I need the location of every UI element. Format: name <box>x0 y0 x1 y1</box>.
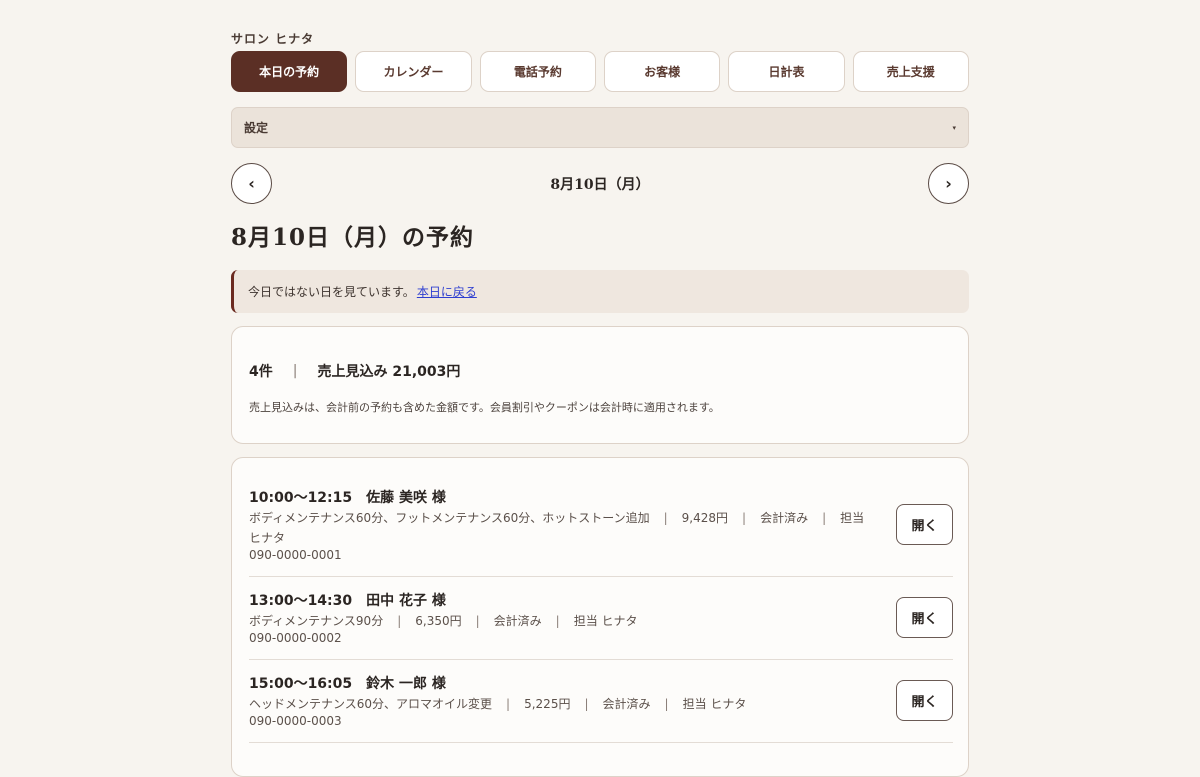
back-to-today-link[interactable]: 本日に戻る <box>417 283 477 300</box>
reservation-menu: ボディメンテナンス60分、フットメンテナンス60分、ホットストーン追加 <box>249 511 650 525</box>
reservation-row: 15:00〜16:05 鈴木 一郎 様 ヘッドメンテナンス60分、アロマオイル変… <box>249 673 953 743</box>
current-date: 8月10日（月） <box>550 177 650 193</box>
sales-forecast: 売上見込み 21,003円 <box>317 364 461 380</box>
notice-text: 今日ではない日を見ています。 <box>248 285 415 299</box>
tab-calendar[interactable]: カレンダー <box>355 51 472 92</box>
reservation-time-customer: 13:00〜14:30 田中 花子 様 <box>249 593 446 609</box>
reservation-meta: ボディメンテナンス90分 | 6,350円 | 会計済み | 担当 ヒナタ <box>249 611 869 631</box>
reservation-count: 4件 <box>249 364 273 380</box>
reservation-meta: ボディメンテナンス60分、フットメンテナンス60分、ホットストーン追加 | 9,42… <box>249 508 869 548</box>
meta-separator: | <box>397 614 402 628</box>
open-reservation-button[interactable]: 開く <box>896 597 953 638</box>
reservation-row: 10:00〜12:15 佐藤 美咲 様 ボディメンテナンス60分、フットメンテナ… <box>249 487 953 577</box>
reservation-time-customer: 10:00〜12:15 佐藤 美咲 様 <box>249 490 446 506</box>
reservation-staff: 担当 ヒナタ <box>573 614 638 628</box>
reservation-row: 13:00〜14:30 田中 花子 様 ボディメンテナンス90分 | 6,350円 |… <box>249 590 953 660</box>
caret-down-icon: ▾ <box>952 123 956 132</box>
tab-daily-report[interactable]: 日計表 <box>728 51 845 92</box>
reservation-price: 9,428円 <box>681 511 729 525</box>
chevron-right-icon: › <box>945 174 952 193</box>
reservation-price: 6,350円 <box>415 614 462 628</box>
reservation-status: 会計済み <box>602 697 651 711</box>
meta-separator: | <box>555 614 560 628</box>
summary-line: 4件 | 売上見込み 21,003円 <box>249 361 460 381</box>
settings-label: 設定 <box>244 121 269 135</box>
reservation-staff: 担当 ヒナタ <box>682 697 747 711</box>
reservation-menu: ボディメンテナンス90分 <box>249 614 384 628</box>
reservation-time-customer: 15:00〜16:05 鈴木 一郎 様 <box>249 676 446 692</box>
date-navigation: ‹ 8月10日（月） › <box>231 163 969 204</box>
open-reservation-button[interactable]: 開く <box>896 680 953 721</box>
page-title: 8月10日（月）の予約 <box>231 224 475 251</box>
not-today-notice: 今日ではない日を見ています。 本日に戻る <box>231 270 969 313</box>
reservation-status: 会計済み <box>760 511 809 525</box>
reservation-phone: 090-0000-0001 <box>249 548 342 562</box>
reservation-meta: ヘッドメンテナンス60分、アロマオイル変更 | 5,225円 | 会計済み | 担当 ヒナタ <box>249 694 869 714</box>
tab-phone-reservation[interactable]: 電話予約 <box>479 51 596 92</box>
meta-separator: | <box>742 511 747 525</box>
open-reservation-button[interactable]: 開く <box>896 504 953 545</box>
meta-separator: | <box>506 697 511 711</box>
meta-separator: | <box>663 511 668 525</box>
reservation-status: 会計済み <box>493 614 542 628</box>
reservation-menu: ヘッドメンテナンス60分、アロマオイル変更 <box>249 697 493 711</box>
reservation-price: 5,225円 <box>524 697 571 711</box>
reservation-phone: 090-0000-0003 <box>249 714 342 728</box>
reservation-list: 10:00〜12:15 佐藤 美咲 様 ボディメンテナンス60分、フットメンテナ… <box>231 457 969 777</box>
meta-separator: | <box>475 614 480 628</box>
summary-card: 4件 | 売上見込み 21,003円 売上見込みは、会計前の予約も含めた金額です… <box>231 326 969 444</box>
main-tabs: 本日の予約 カレンダー 電話予約 お客様 日計表 売上支援 <box>231 51 969 92</box>
reservation-phone: 090-0000-0002 <box>249 631 342 645</box>
summary-separator: | <box>292 363 298 379</box>
app-container: サロン ヒナタ 本日の予約 カレンダー 電話予約 お客様 日計表 売上支援 設定… <box>231 0 969 777</box>
tab-customers[interactable]: お客様 <box>603 51 721 92</box>
meta-separator: | <box>664 697 669 711</box>
settings-dropdown[interactable]: 設定 ▾ <box>231 107 969 148</box>
summary-note: 売上見込みは、会計前の予約も含めた金額です。会員割引やクーポンは会計時に適用され… <box>249 401 720 414</box>
tab-sales-support[interactable]: 売上支援 <box>852 51 969 92</box>
next-day-button[interactable]: › <box>928 163 969 204</box>
meta-separator: | <box>584 697 589 711</box>
salon-name: サロン ヒナタ <box>231 32 315 46</box>
tab-today-reservations[interactable]: 本日の予約 <box>231 51 348 92</box>
meta-separator: | <box>822 511 827 525</box>
